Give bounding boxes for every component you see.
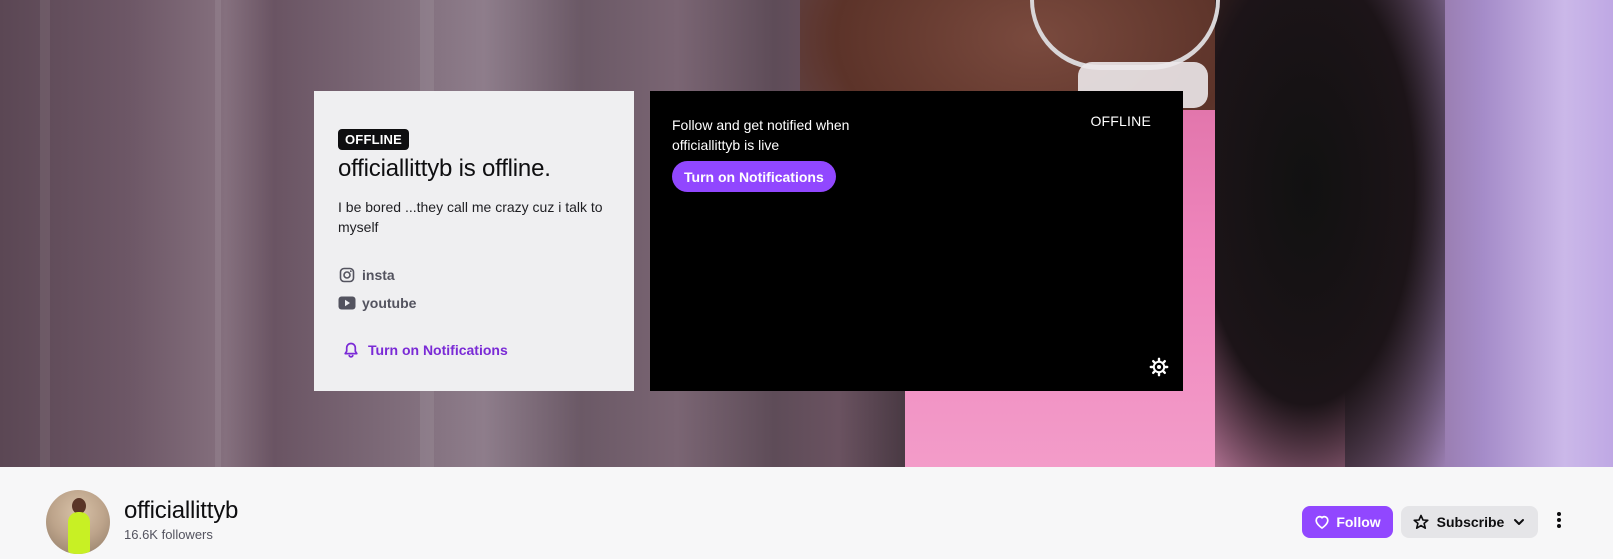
banner-highlight	[40, 0, 50, 467]
instagram-icon	[338, 266, 356, 284]
social-link-youtube[interactable]: youtube	[338, 289, 610, 317]
offline-badge: OFFLINE	[338, 129, 410, 150]
offline-title: officiallittyb is offline.	[338, 155, 551, 182]
video-player[interactable]: Follow and get notified when officiallit…	[650, 91, 1183, 391]
player-turn-on-notifications-button[interactable]: Turn on Notifications	[672, 161, 836, 192]
subscribe-label: Subscribe	[1436, 514, 1505, 530]
channel-description: I be bored ...they call me crazy cuz i t…	[338, 199, 603, 235]
channel-info-bar: officiallittyb 16.6K followers Follow Su…	[0, 467, 1613, 559]
gear-icon[interactable]	[1149, 357, 1169, 377]
social-link-insta[interactable]: insta	[338, 261, 610, 289]
star-icon	[1413, 514, 1429, 530]
channel-name[interactable]: officiallittyb	[124, 497, 238, 525]
banner-highlight	[215, 0, 221, 467]
player-follow-message: Follow and get notified when officiallit…	[672, 117, 850, 153]
more-options-button[interactable]	[1548, 506, 1570, 538]
avatar-figure	[68, 512, 90, 554]
youtube-icon	[338, 294, 356, 312]
channel-page: OFFLINE officiallittyb is offline. I be …	[0, 0, 1613, 559]
avatar[interactable]	[46, 490, 110, 554]
social-link-label: youtube	[362, 295, 417, 311]
heart-icon	[1314, 514, 1330, 530]
social-link-label: insta	[362, 267, 395, 283]
follow-label: Follow	[1336, 514, 1381, 530]
social-links: insta youtube	[338, 261, 610, 317]
follower-count: 16.6K followers	[124, 527, 213, 542]
notifications-label: Turn on Notifications	[368, 342, 508, 358]
offline-info-card: OFFLINE officiallittyb is offline. I be …	[314, 91, 634, 391]
turn-on-notifications-link[interactable]: Turn on Notifications	[342, 341, 508, 359]
more-vertical-icon	[1556, 511, 1562, 534]
banner-figure-hair	[1215, 0, 1445, 467]
player-offline-status: OFFLINE	[1090, 113, 1151, 129]
subscribe-button[interactable]: Subscribe	[1401, 506, 1538, 538]
bell-icon	[342, 341, 360, 359]
chevron-down-icon	[1512, 515, 1526, 529]
follow-button[interactable]: Follow	[1302, 506, 1393, 538]
